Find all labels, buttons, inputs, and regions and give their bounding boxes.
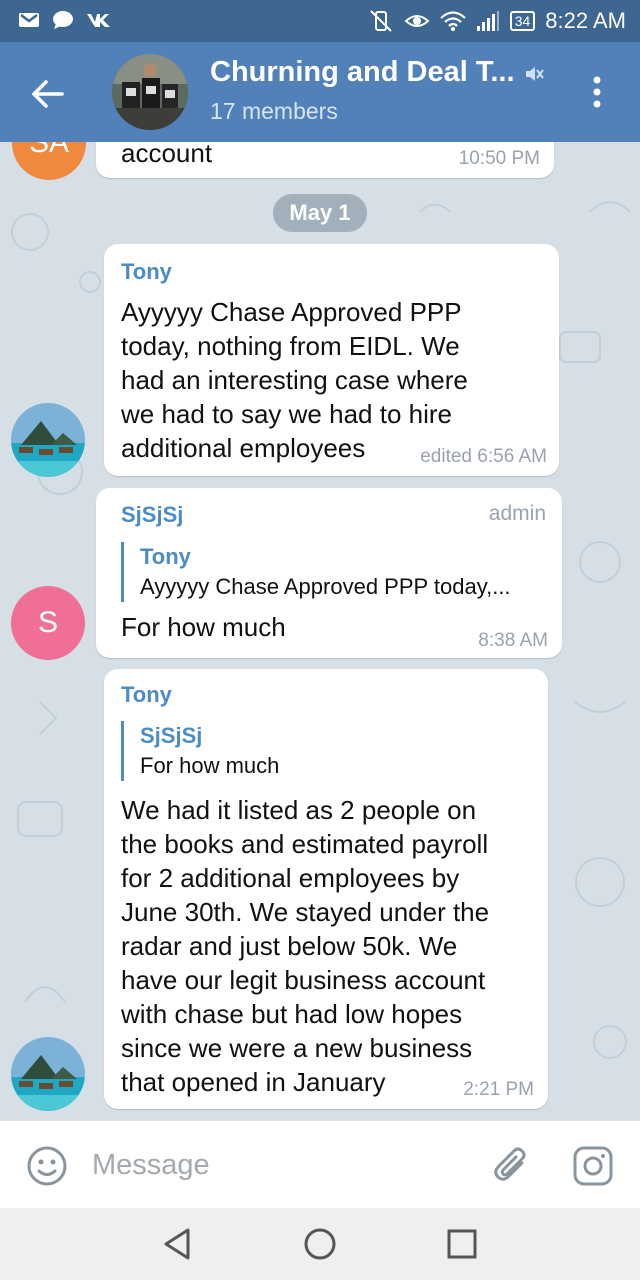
status-right-icons: 34 8:22 AM [368, 8, 626, 34]
status-left-icons [18, 10, 112, 30]
message-line: June 30th. We stayed under the [121, 897, 490, 927]
message-input[interactable] [92, 1141, 472, 1189]
home-circle-icon[interactable] [302, 1226, 338, 1262]
sender-name[interactable]: SjSjSj [121, 502, 183, 528]
status-time: 8:22 AM [545, 8, 626, 33]
chat-header: Churning and Deal T... 17 members [0, 42, 640, 142]
paperclip-icon[interactable] [492, 1145, 532, 1187]
message-time: 2:21 PM [463, 1079, 534, 1100]
message-line: that opened in January [121, 1067, 386, 1097]
chat-title[interactable]: Churning and Deal T... [210, 56, 515, 89]
reply-sender: Tony [140, 544, 191, 569]
camera-icon[interactable] [572, 1145, 614, 1187]
message-text: For how much [121, 612, 286, 642]
back-arrow-icon[interactable] [26, 72, 70, 116]
message-time: 10:50 PM [458, 148, 540, 169]
message-line: for 2 additional employees by [121, 863, 460, 893]
vibrate-off-icon [369, 10, 392, 32]
message-text: We had it listed as 2 people on the book… [121, 793, 489, 1099]
avatar-initials: SA [28, 142, 70, 159]
avatar-beach-image [11, 403, 85, 477]
reply-sender: SjSjSj [140, 723, 203, 748]
reply-quote[interactable]: Tony Ayyyyy Chase Approved PPP today,... [121, 542, 511, 602]
admin-badge: admin [488, 502, 546, 525]
sender-name[interactable]: Tony [121, 259, 172, 285]
message-line: with chase but had low hopes [121, 999, 463, 1029]
sender-avatar-s[interactable]: S [11, 586, 85, 660]
wifi-icon [439, 11, 466, 31]
chat-messages[interactable]: SA account 10:50 PM May 1 Tony Ayyyyy Ch… [0, 142, 640, 1120]
reply-text: Ayyyyy Chase Approved PPP today,... [140, 574, 511, 599]
group-avatar[interactable] [112, 54, 188, 130]
chat-icon [53, 11, 73, 29]
message-text: account [121, 142, 213, 168]
message-composer [0, 1120, 640, 1209]
emoji-icon[interactable] [26, 1145, 68, 1187]
member-count: 17 members [210, 98, 338, 124]
signal-icon [476, 11, 499, 31]
message-bubble[interactable]: Tony SjSjSj For how much We had it liste… [104, 669, 548, 1109]
status-bar: 34 8:22 AM [0, 0, 640, 42]
sender-avatar-tony[interactable] [11, 1037, 85, 1111]
recents-square-icon[interactable] [444, 1226, 480, 1262]
back-triangle-icon[interactable] [160, 1226, 196, 1262]
message-time: edited 6:56 AM [420, 446, 547, 467]
message-line: since we were a new business [121, 1033, 473, 1063]
message-line: We had it listed as 2 people on [121, 795, 477, 825]
message-bubble[interactable]: account 10:50 PM [96, 142, 554, 178]
avatar-beach-image [11, 1037, 85, 1111]
android-nav-bar [0, 1208, 640, 1280]
message-line: have our legit business account [121, 965, 486, 995]
message-line: today, nothing from EIDL. We [121, 331, 460, 361]
more-vertical-icon[interactable] [582, 72, 612, 112]
battery-icon: 34 [509, 11, 536, 31]
vk-icon [87, 14, 110, 27]
message-line: had an interesting case where [121, 365, 468, 395]
message-text: Ayyyyy Chase Approved PPP today, nothing… [121, 295, 468, 465]
eye-icon [404, 15, 430, 27]
avatar-initials: S [37, 606, 58, 639]
message-line: additional employees [121, 433, 366, 463]
reply-text: For how much [140, 753, 280, 778]
gmail-icon [19, 13, 39, 27]
date-separator: May 1 [273, 194, 367, 232]
sender-name[interactable]: Tony [121, 682, 172, 708]
message-line: we had to say we had to hire [121, 399, 452, 429]
message-line: Ayyyyy Chase Approved PPP [121, 297, 462, 327]
muted-speaker-icon [526, 67, 544, 81]
message-time: 8:38 AM [478, 630, 548, 651]
message-line: radar and just below 50k. We [121, 931, 458, 961]
group-avatar-image [112, 54, 188, 130]
message-bubble[interactable]: SjSjSj admin Tony Ayyyyy Chase Approved … [96, 488, 562, 658]
message-bubble[interactable]: Tony Ayyyyy Chase Approved PPP today, no… [104, 244, 559, 476]
sender-avatar-tony[interactable] [11, 403, 85, 477]
reply-quote[interactable]: SjSjSj For how much [121, 721, 279, 781]
message-line: the books and estimated payroll [121, 829, 489, 859]
